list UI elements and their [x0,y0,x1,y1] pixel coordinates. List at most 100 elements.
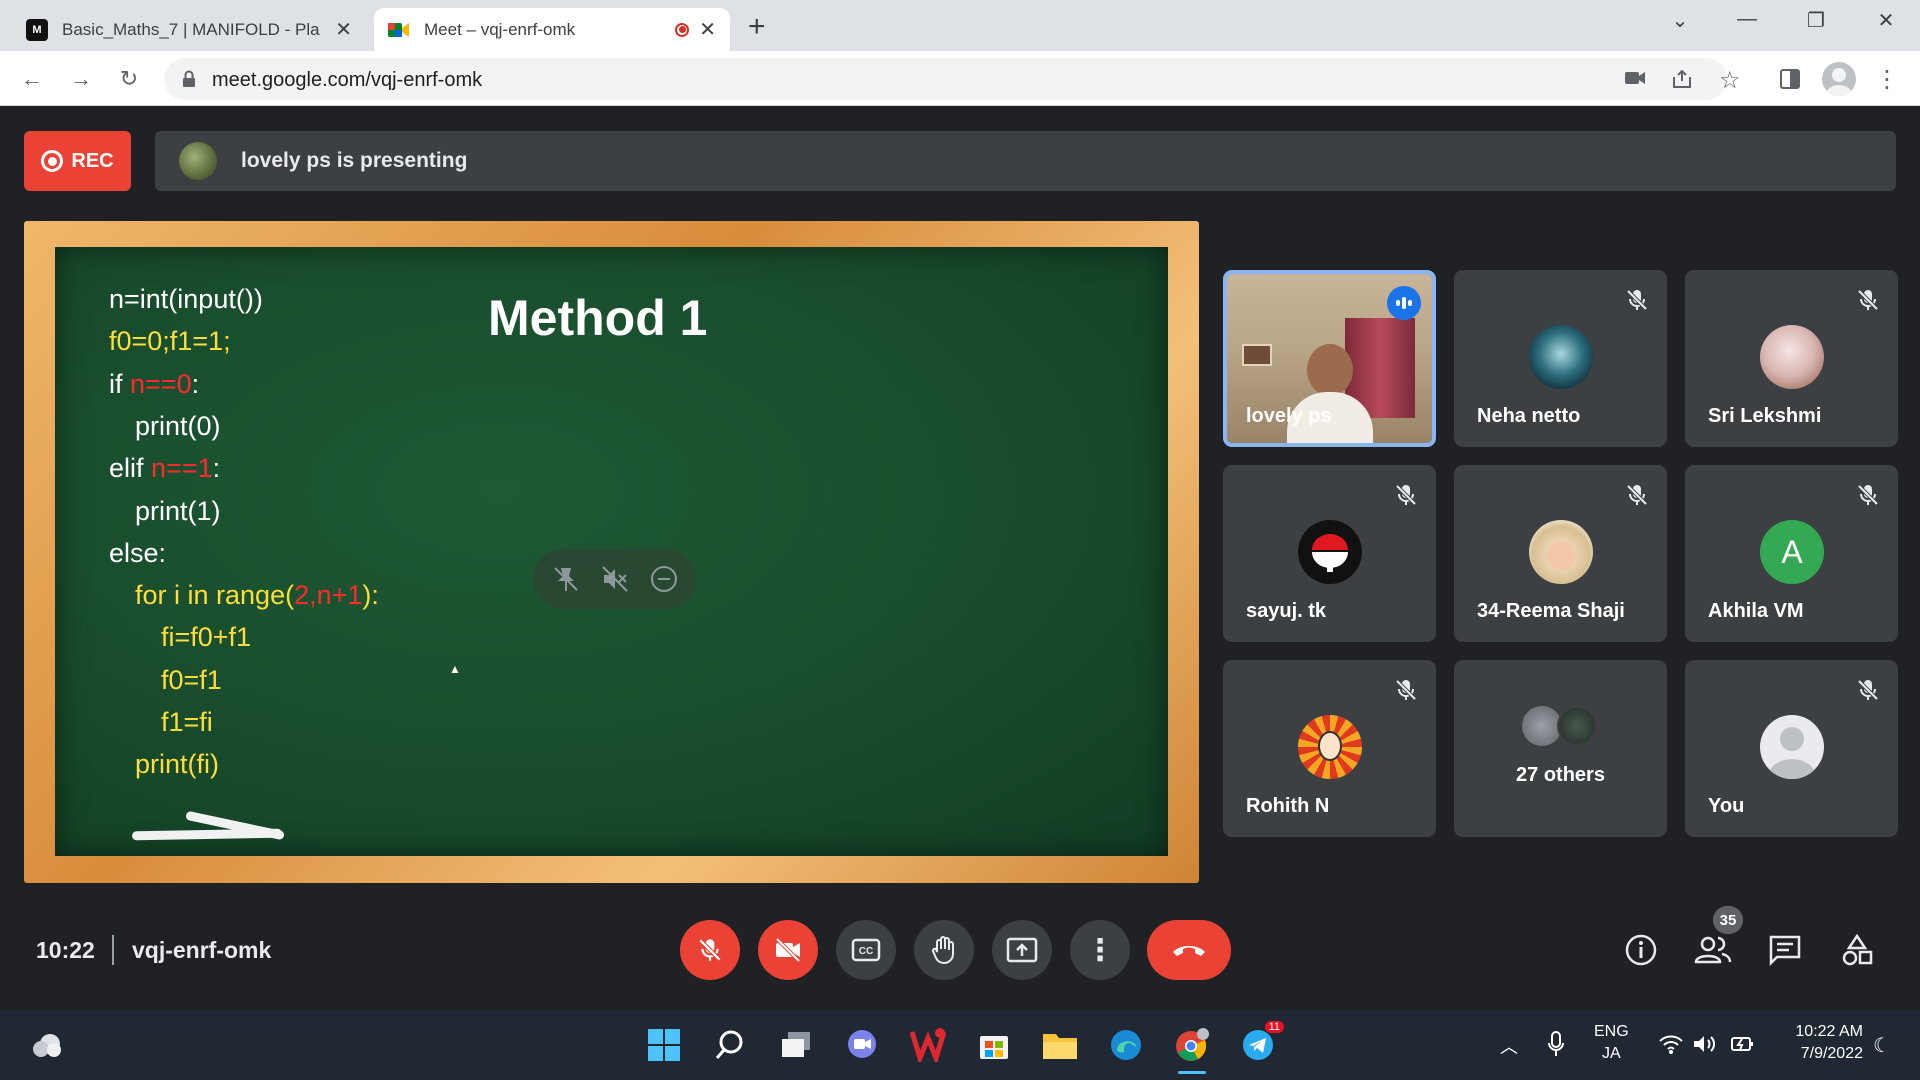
show-hidden-icons-icon[interactable]: ︿ [1500,1033,1518,1059]
mute-audio-icon[interactable] [600,564,630,594]
divider [112,935,114,965]
presented-screen: n=int(input()) f0=0;f1=1; if n==0: print(0)… [24,221,1199,883]
back-icon[interactable]: ← [16,63,48,95]
chat-button[interactable] [1765,930,1805,970]
reload-icon[interactable]: ↻ [113,63,145,95]
microphone-tray-icon[interactable] [1547,1030,1565,1058]
tab-search-icon[interactable]: ⌄ [1660,8,1700,33]
restore-button[interactable]: ❐ [1796,8,1836,33]
captions-button[interactable]: CC [836,920,896,980]
close-tab-icon[interactable]: ✕ [699,17,716,42]
slide-title: Method 1 [488,290,708,346]
code-line: for i in range(2,n+1): [135,580,379,611]
avatar-face [1318,731,1342,761]
recording-indicator-icon [675,22,690,37]
profile-avatar[interactable] [1822,62,1856,96]
code-line: print(0) [135,411,221,442]
meeting-code: vqj-enrf-omk [132,937,272,963]
edge-browser-icon[interactable] [1106,1025,1146,1065]
mic-off-icon [1393,482,1419,508]
notifications-moon-icon[interactable]: ☾ [1873,1033,1891,1058]
share-icon[interactable] [1671,68,1693,90]
bookmark-star-icon[interactable]: ☆ [1719,66,1741,95]
camera-icon[interactable] [1624,69,1646,87]
tab-meet[interactable]: Meet – vqj-enrf-omk ✕ [374,8,730,51]
language-indicator[interactable]: ENG JA [1594,1021,1629,1065]
remove-icon[interactable] [649,564,679,594]
active-app-indicator [1178,1071,1206,1074]
participant-tile-neha-netto[interactable]: Neha netto [1454,270,1667,447]
participant-tile-sayuj-tk[interactable]: sayuj. tk [1223,465,1436,642]
more-options-button[interactable]: ⋮ [1070,920,1130,980]
code-token: for i in range( [135,580,295,611]
task-view-icon[interactable] [776,1025,816,1065]
code-token: f0=0;f1=1; [109,326,231,357]
code-token: print(1) [135,495,221,526]
tab-manifold[interactable]: M Basic_Maths_7 | MANIFOLD - Pla ✕ [14,8,364,51]
file-explorer-icon[interactable] [1040,1025,1080,1065]
close-window-button[interactable]: ✕ [1866,8,1906,33]
wps-office-icon[interactable] [908,1025,948,1065]
lock-icon[interactable] [182,70,196,88]
participant-tile-rohith-n[interactable]: Rohith N [1223,660,1436,837]
code-line: print(1) [135,496,221,527]
microphone-toggle-button[interactable] [680,920,740,980]
camera-off-icon [775,937,801,963]
meeting-details-button[interactable] [1621,930,1661,970]
activities-button[interactable] [1837,930,1877,970]
rec-label: REC [71,149,114,172]
mic-off-icon [1855,677,1881,703]
participant-tile-reema-shaji[interactable]: 34-Reema Shaji [1454,465,1667,642]
others-avatar [1522,706,1562,746]
volume-icon[interactable] [1692,1033,1718,1055]
present-now-button[interactable] [992,920,1052,980]
system-clock[interactable]: 10:22 AM 7/9/2022 [1773,1021,1863,1065]
search-icon[interactable] [710,1025,750,1065]
participant-name: Neha netto [1477,405,1581,427]
url-text[interactable]: meet.google.com/vqj-enrf-omk [212,69,482,92]
participant-tile-lovely-ps[interactable]: lovely ps [1223,270,1436,447]
participant-avatar [1760,325,1824,389]
notification-badge: 11 [1264,1021,1284,1033]
svg-text:CC: CC [859,946,873,957]
people-icon [1694,936,1732,964]
participant-tile-sri-lekshmi[interactable]: Sri Lekshmi [1685,270,1898,447]
code-token: print(0) [135,410,221,441]
browser-tab-strip: M Basic_Maths_7 | MANIFOLD - Pla ✕ Meet … [0,0,1920,51]
others-avatar [1557,706,1597,746]
teams-chat-icon[interactable] [842,1025,882,1065]
participant-avatar [1298,715,1362,779]
side-panel-icon[interactable] [1779,68,1801,90]
battery-icon[interactable] [1730,1034,1756,1054]
address-bar[interactable]: meet.google.com/vqj-enrf-omk ☆ [164,58,1741,100]
wifi-icon[interactable] [1658,1033,1684,1055]
participant-tile-you[interactable]: You [1685,660,1898,837]
telegram-icon[interactable]: 11 [1238,1021,1284,1065]
participant-avatar [1298,520,1362,584]
manifold-favicon-icon: M [26,18,48,41]
close-tab-icon[interactable]: ✕ [335,17,352,42]
participant-tile-akhila-vm[interactable]: A Akhila VM [1685,465,1898,642]
camera-toggle-button[interactable] [758,920,818,980]
windows-start-icon[interactable] [644,1025,684,1065]
raise-hand-button[interactable] [914,920,974,980]
code-token: fi=f0+f1 [161,622,252,653]
unpin-icon[interactable] [551,564,581,594]
browser-menu-icon[interactable]: ⋮ [1871,63,1903,95]
meeting-clock: 10:22 [36,937,95,963]
weather-icon[interactable] [28,1025,68,1065]
uchiha-fan-icon [1312,534,1348,572]
code-line: if n==0: [109,369,199,400]
code-line: fi=f0+f1 [161,622,251,653]
participant-avatar: A [1760,520,1824,584]
leave-call-button[interactable] [1147,920,1231,980]
people-button[interactable] [1693,930,1733,970]
chrome-browser-icon[interactable] [1172,1025,1212,1065]
forward-icon[interactable]: → [65,63,97,95]
participant-count-badge: 35 [1713,906,1743,934]
microsoft-store-icon[interactable] [974,1025,1014,1065]
new-tab-button[interactable]: + [748,10,766,44]
tab-title: Meet – vqj-enrf-omk [424,19,576,39]
minimize-button[interactable]: — [1727,8,1767,31]
participant-tile-others[interactable]: 27 others [1454,660,1667,837]
